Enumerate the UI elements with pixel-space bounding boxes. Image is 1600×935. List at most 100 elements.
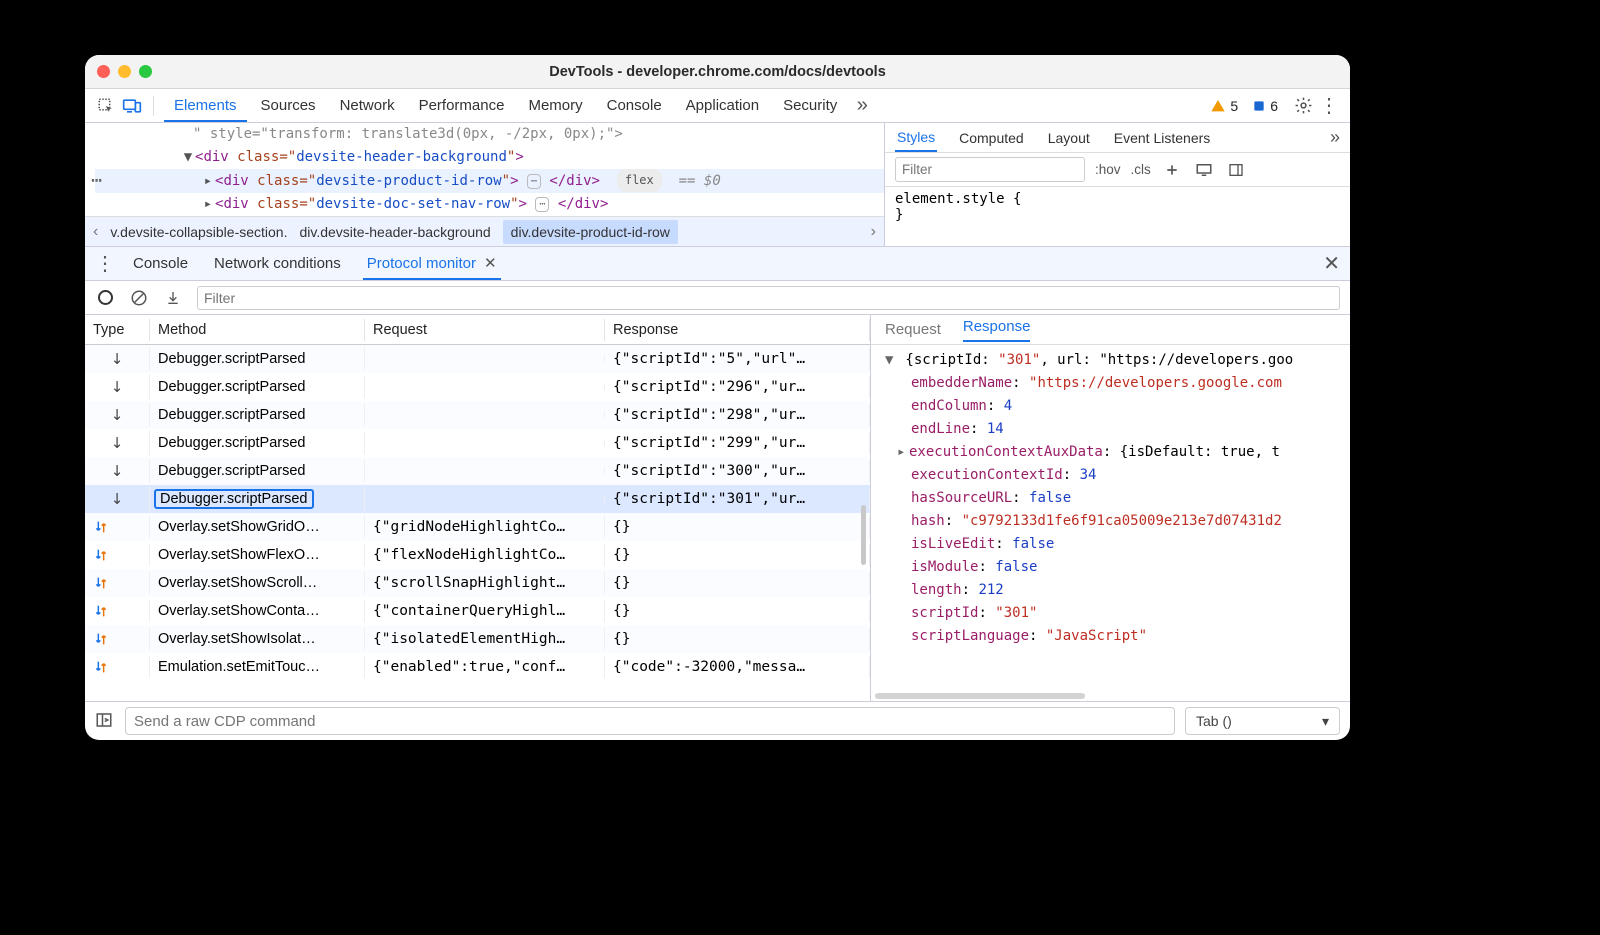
styles-tab-styles[interactable]: Styles <box>895 124 937 152</box>
tab-sources[interactable]: Sources <box>251 91 326 120</box>
dom-node[interactable]: ▼<div class="devsite-header-background"> <box>95 146 884 169</box>
detail-json-view[interactable]: ▼ {scriptId: "301", url: "https://develo… <box>871 345 1350 701</box>
styles-rules[interactable]: element.style { } <box>885 187 1350 227</box>
tab-elements[interactable]: Elements <box>164 91 247 122</box>
incoming-icon: ↓ <box>85 347 150 371</box>
close-window-button[interactable] <box>97 65 110 78</box>
breadcrumb-item-active[interactable]: div.devsite-product-id-row <box>503 220 678 244</box>
styles-more-tabs-icon[interactable]: » <box>1330 127 1340 148</box>
col-method[interactable]: Method <box>150 319 365 341</box>
table-row[interactable]: Emulation.setEmitTouc…{"enabled":true,"c… <box>85 653 870 681</box>
table-row[interactable]: Overlay.setShowGridO…{"gridNodeHighlight… <box>85 513 870 541</box>
issues-badge[interactable]: 6 <box>1252 98 1278 114</box>
table-row[interactable]: ↓Debugger.scriptParsed{"scriptId":"301",… <box>85 485 870 513</box>
table-row[interactable]: Overlay.setShowIsolat…{"isolatedElementH… <box>85 625 870 653</box>
breadcrumb-item[interactable]: div.devsite-header-background <box>299 224 490 240</box>
issue-icon <box>1252 99 1266 113</box>
tab-performance[interactable]: Performance <box>409 91 515 120</box>
request-cell: {"gridNodeHighlightCo… <box>365 516 605 538</box>
tab-network[interactable]: Network <box>330 91 405 120</box>
device-toolbar-icon[interactable] <box>121 95 143 117</box>
minimize-window-button[interactable] <box>118 65 131 78</box>
cdp-command-input[interactable] <box>125 707 1175 735</box>
dots-icon[interactable]: ⋯ <box>87 169 107 192</box>
protocol-detail-pane: Request Response ▼ {scriptId: "301", url… <box>871 315 1350 701</box>
flex-badge[interactable]: flex <box>617 169 662 192</box>
toggle-sidebar-icon[interactable] <box>1225 162 1247 178</box>
dom-node[interactable]: ▸<div class="devsite-doc-set-nav-row"> ⋯… <box>95 193 884 216</box>
tab-security[interactable]: Security <box>773 91 847 120</box>
drawer-tab-network-conditions[interactable]: Network conditions <box>210 249 345 278</box>
dom-node[interactable]: " style="transform: translate3d(0px, -/2… <box>95 123 884 146</box>
response-cell: {"scriptId":"301","ur… <box>605 488 870 510</box>
col-request[interactable]: Request <box>365 319 605 341</box>
json-property[interactable]: ▸executionContextAuxData: {isDefault: tr… <box>883 441 1348 464</box>
new-style-rule-icon[interactable] <box>1161 162 1183 178</box>
json-property[interactable]: embedderName: "https://developers.google… <box>883 372 1348 395</box>
save-icon[interactable] <box>163 288 183 308</box>
breadcrumb-scroll-right-icon[interactable]: › <box>871 223 876 241</box>
table-row[interactable]: ↓Debugger.scriptParsed{"scriptId":"300",… <box>85 457 870 485</box>
dom-tree[interactable]: " style="transform: translate3d(0px, -/2… <box>85 123 884 216</box>
close-drawer-icon[interactable]: ✕ <box>1323 251 1340 276</box>
json-property[interactable]: length: 212 <box>883 579 1348 602</box>
tab-application[interactable]: Application <box>676 91 769 120</box>
dom-node-selected[interactable]: ▸<div class="devsite-product-id-row"> ⋯ … <box>95 169 884 193</box>
detail-tab-response[interactable]: Response <box>963 318 1031 342</box>
inspect-element-icon[interactable] <box>95 95 117 117</box>
json-property[interactable]: endLine: 14 <box>883 418 1348 441</box>
target-selector[interactable]: Tab () ▾ <box>1185 707 1340 735</box>
json-root-line[interactable]: ▼ {scriptId: "301", url: "https://develo… <box>883 349 1348 372</box>
clear-icon[interactable] <box>129 288 149 308</box>
drawer-tab-protocol-monitor[interactable]: Protocol monitor ✕ <box>363 248 501 280</box>
protocol-monitor-toolbar <box>85 281 1350 315</box>
table-row[interactable]: Overlay.setShowScroll…{"scrollSnapHighli… <box>85 569 870 597</box>
table-row[interactable]: Overlay.setShowFlexO…{"flexNodeHighlight… <box>85 541 870 569</box>
json-property[interactable]: scriptId: "301" <box>883 602 1348 625</box>
drawer-tab-console[interactable]: Console <box>129 249 192 278</box>
method-cell: Debugger.scriptParsed <box>150 348 365 370</box>
table-row[interactable]: Overlay.setShowConta…{"containerQueryHig… <box>85 597 870 625</box>
hov-toggle[interactable]: :hov <box>1095 162 1121 177</box>
record-icon[interactable] <box>95 288 115 308</box>
styles-tab-layout[interactable]: Layout <box>1046 125 1092 151</box>
tab-memory[interactable]: Memory <box>518 91 592 120</box>
kebab-menu-icon[interactable]: ⋮ <box>1318 95 1340 117</box>
cls-toggle[interactable]: .cls <box>1131 162 1151 177</box>
styles-tab-computed[interactable]: Computed <box>957 125 1026 151</box>
zoom-window-button[interactable] <box>139 65 152 78</box>
table-row[interactable]: ↓Debugger.scriptParsed{"scriptId":"299",… <box>85 429 870 457</box>
col-type[interactable]: Type <box>85 319 150 341</box>
breadcrumb-item[interactable]: v.devsite-collapsible-section. <box>110 224 287 240</box>
json-property[interactable]: endColumn: 4 <box>883 395 1348 418</box>
breadcrumb-scroll-left-icon[interactable]: ‹ <box>93 223 98 241</box>
table-row[interactable]: ↓Debugger.scriptParsed{"scriptId":"296",… <box>85 373 870 401</box>
warnings-badge[interactable]: 5 <box>1210 98 1238 114</box>
close-tab-icon[interactable]: ✕ <box>484 254 497 272</box>
table-body[interactable]: ↓Debugger.scriptParsed{"scriptId":"5","u… <box>85 345 870 681</box>
horizontal-scrollbar[interactable] <box>875 693 1085 699</box>
settings-icon[interactable] <box>1292 95 1314 117</box>
json-property[interactable]: scriptLanguage: "JavaScript" <box>883 625 1348 648</box>
computed-styles-icon[interactable] <box>1193 162 1215 178</box>
detail-tab-request[interactable]: Request <box>885 321 941 338</box>
more-tabs-icon[interactable]: » <box>851 95 873 117</box>
json-property[interactable]: isLiveEdit: false <box>883 533 1348 556</box>
json-property[interactable]: executionContextId: 34 <box>883 464 1348 487</box>
ellipsis-icon[interactable]: ⋯ <box>535 197 549 212</box>
json-property[interactable]: isModule: false <box>883 556 1348 579</box>
drawer-menu-icon[interactable]: ⋮ <box>95 251 111 276</box>
tab-console[interactable]: Console <box>597 91 672 120</box>
styles-tab-event-listeners[interactable]: Event Listeners <box>1112 125 1213 151</box>
protocol-filter-input[interactable] <box>197 286 1340 310</box>
table-row[interactable]: ↓Debugger.scriptParsed{"scriptId":"5","u… <box>85 345 870 373</box>
json-property[interactable]: hash: "c9792133d1fe6f91ca05009e213e7d074… <box>883 510 1348 533</box>
toggle-editor-icon[interactable] <box>95 711 115 731</box>
styles-filter-input[interactable] <box>895 157 1085 182</box>
json-property[interactable]: hasSourceURL: false <box>883 487 1348 510</box>
ellipsis-icon[interactable]: ⋯ <box>527 174 541 189</box>
col-response[interactable]: Response <box>605 319 870 341</box>
table-row[interactable]: ↓Debugger.scriptParsed{"scriptId":"298",… <box>85 401 870 429</box>
dom-tree-pane: " style="transform: translate3d(0px, -/2… <box>85 123 885 246</box>
scrollbar-thumb[interactable] <box>861 505 866 565</box>
